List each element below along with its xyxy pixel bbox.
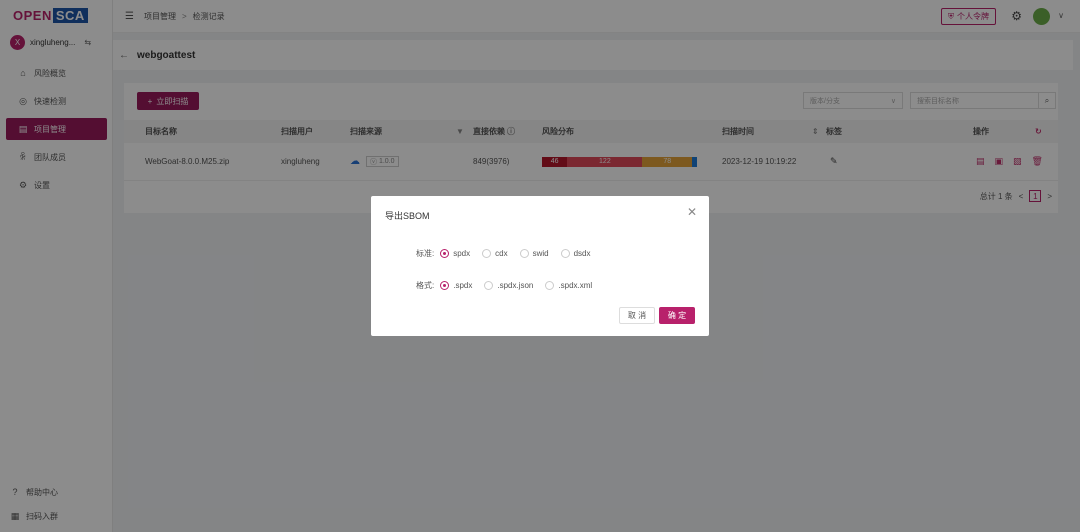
radio-format-spdx-json[interactable]: .spdx.json [484, 281, 533, 290]
format-row: 格式: .spdx .spdx.json .spdx.xml [416, 280, 600, 291]
radio-format-spdx-xml[interactable]: .spdx.xml [545, 281, 592, 290]
radio-label: .spdx.xml [558, 281, 593, 290]
radio-label: .spdx [453, 281, 473, 290]
radio-spdx[interactable]: spdx [440, 249, 470, 258]
radio-label: spdx [453, 249, 471, 258]
radio-dsdx[interactable]: dsdx [560, 249, 591, 258]
cancel-button[interactable]: 取 消 [619, 307, 655, 324]
radio-format-spdx[interactable]: .spdx [440, 281, 472, 290]
standard-label: 标准: [416, 249, 435, 258]
radio-icon [560, 249, 570, 258]
radio-icon [482, 249, 492, 258]
format-label: 格式: [416, 281, 435, 290]
standard-row: 标准: spdx cdx swid dsdx [416, 248, 599, 259]
radio-label: cdx [495, 249, 508, 258]
dialog-title: 导出SBOM [385, 211, 430, 221]
radio-selected-icon [440, 249, 450, 258]
radio-icon [545, 281, 555, 290]
radio-label: swid [532, 249, 549, 258]
radio-swid[interactable]: swid [519, 249, 549, 258]
radio-label: dsdx [573, 249, 591, 258]
export-sbom-dialog: 导出SBOM ✕ 标准: spdx cdx swid dsdx 格式: .spd… [371, 196, 709, 336]
close-icon[interactable]: ✕ [687, 205, 697, 219]
radio-cdx[interactable]: cdx [482, 249, 508, 258]
radio-label: .spdx.json [497, 281, 534, 290]
radio-icon [519, 249, 529, 258]
radio-icon [484, 281, 494, 290]
radio-selected-icon [440, 281, 450, 290]
confirm-button[interactable]: 确 定 [659, 307, 695, 324]
